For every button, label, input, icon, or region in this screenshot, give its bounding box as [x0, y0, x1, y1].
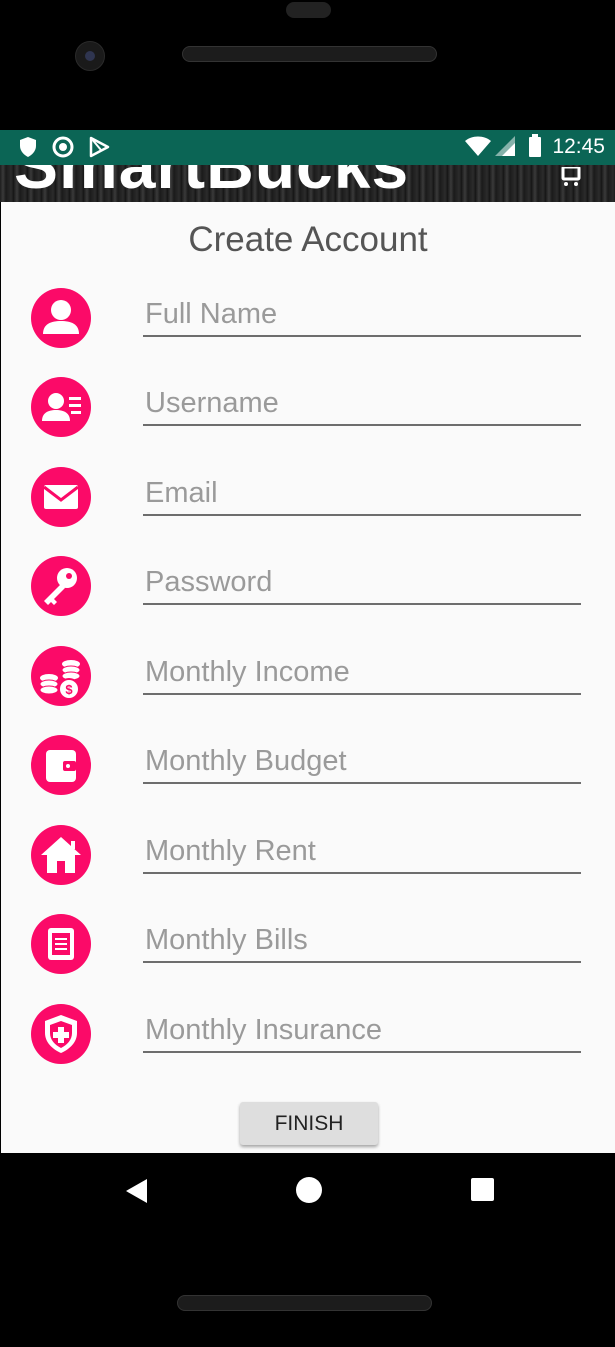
id-card-icon — [31, 377, 91, 437]
front-camera — [75, 41, 105, 71]
monthly-rent-input[interactable] — [143, 834, 581, 874]
bill-icon — [31, 914, 91, 974]
back-icon[interactable] — [125, 1178, 149, 1209]
monthly-bills-input[interactable] — [143, 923, 581, 963]
cell-signal-icon — [494, 135, 516, 162]
form-row-monthly-insurance — [1, 991, 615, 1081]
password-input[interactable] — [143, 565, 581, 605]
create-account-screen: Create Account $ — [1, 202, 615, 1153]
app-bar: SmartBucks — [0, 165, 615, 202]
wifi-icon — [464, 135, 492, 162]
earpiece-speaker — [182, 46, 437, 62]
cart-icon[interactable] — [559, 165, 583, 192]
form-row-username — [1, 364, 615, 454]
recents-icon[interactable] — [471, 1178, 494, 1201]
circle-dot-icon — [52, 136, 74, 163]
bottom-speaker — [177, 1295, 432, 1311]
form-row-password — [1, 543, 615, 633]
full-name-input[interactable] — [143, 297, 581, 337]
key-icon — [31, 556, 91, 616]
form-row-full-name — [1, 275, 615, 365]
play-store-icon — [88, 136, 110, 163]
form-row-monthly-bills — [1, 901, 615, 991]
form-row-monthly-rent — [1, 812, 615, 902]
app-title: SmartBucks — [14, 165, 410, 202]
battery-icon — [528, 134, 542, 163]
monthly-insurance-input[interactable] — [143, 1013, 581, 1053]
email-input[interactable] — [143, 476, 581, 516]
finish-button[interactable]: FINISH — [240, 1102, 378, 1145]
house-icon — [31, 825, 91, 885]
device-top-bezel — [0, 0, 615, 130]
home-icon[interactable] — [296, 1177, 322, 1203]
form-row-monthly-budget — [1, 722, 615, 812]
monthly-budget-input[interactable] — [143, 744, 581, 784]
shield-plus-icon — [31, 1004, 91, 1064]
form-row-email — [1, 454, 615, 544]
envelope-icon — [31, 467, 91, 527]
status-clock: 12:45 — [552, 135, 605, 158]
navigation-bar — [0, 1153, 615, 1347]
shield-icon — [18, 136, 38, 163]
form-row-monthly-income: $ — [1, 633, 615, 723]
wallet-icon — [31, 735, 91, 795]
username-input[interactable] — [143, 386, 581, 426]
page-title: Create Account — [188, 220, 428, 259]
device-notch — [286, 2, 331, 18]
person-icon — [31, 288, 91, 348]
status-bar: 12:45 — [0, 130, 615, 165]
svg-text:$: $ — [65, 682, 73, 697]
monthly-income-input[interactable] — [143, 655, 581, 695]
coins-icon: $ — [31, 646, 91, 706]
